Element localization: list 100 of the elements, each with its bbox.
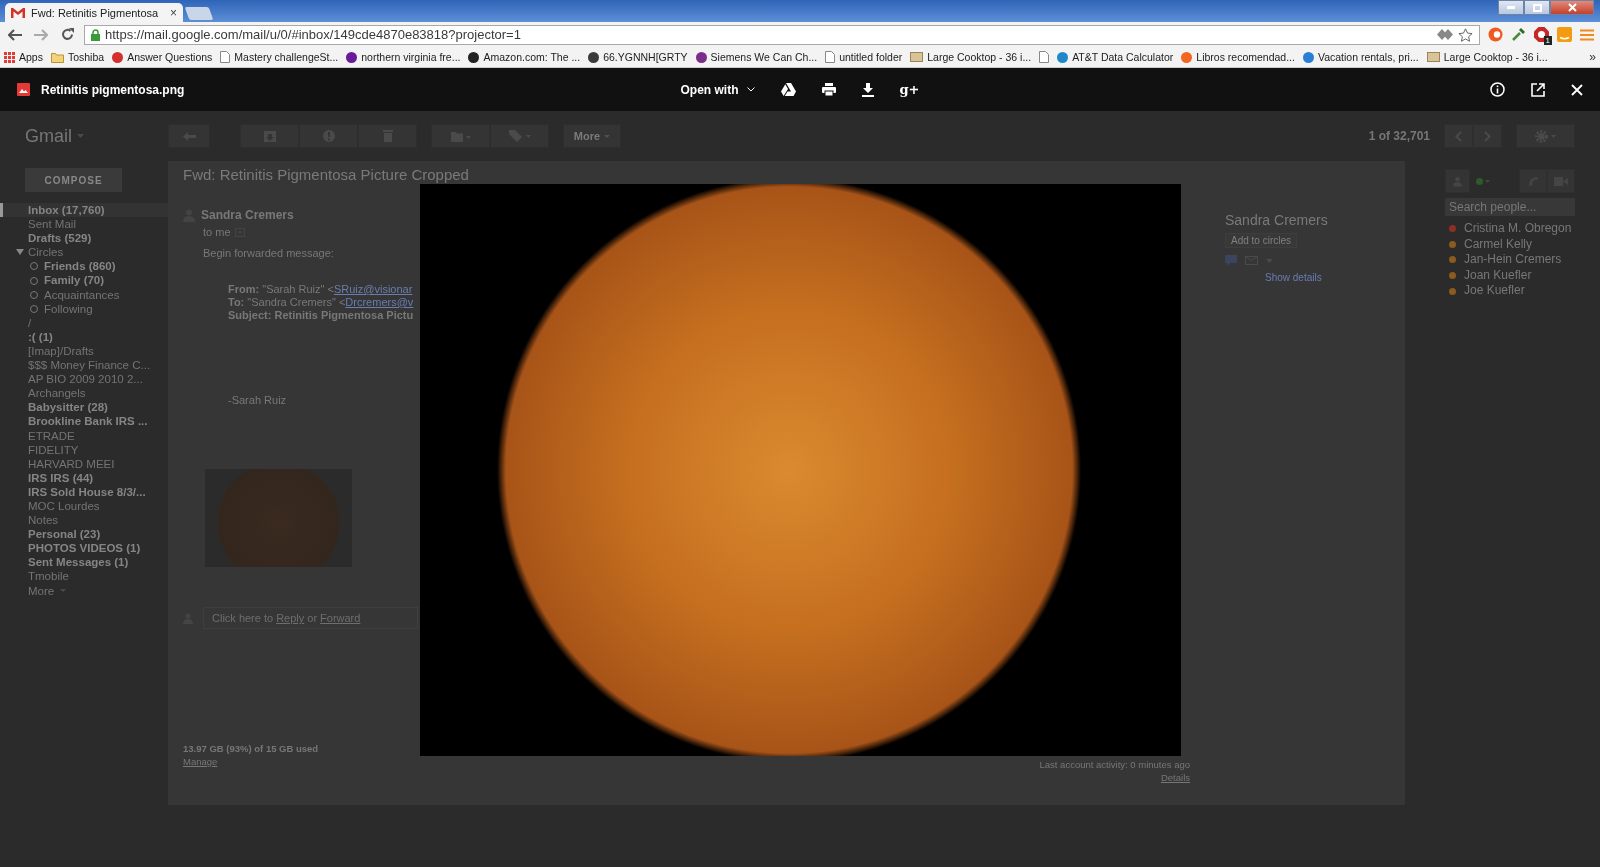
- previous-button[interactable]: [1444, 124, 1473, 148]
- ring-extension-icon[interactable]: [1488, 27, 1503, 42]
- address-bar[interactable]: https://mail.google.com/mail/u/0/#inbox/149cde4870e83818?projector=1: [84, 24, 1480, 45]
- bookmark[interactable]: Amazon.com: The ...: [468, 51, 581, 63]
- report-spam-button[interactable]: [299, 124, 358, 148]
- more-button[interactable]: More: [563, 124, 621, 148]
- nav-item[interactable]: Personal (23): [0, 527, 168, 542]
- shopping-extension-icon[interactable]: [1557, 27, 1572, 42]
- nav-item[interactable]: Inbox (17,760): [0, 203, 168, 218]
- bookmark[interactable]: AT&T Data Calculator: [1057, 51, 1174, 63]
- open-with-button[interactable]: Open with: [680, 82, 755, 97]
- contact-item[interactable]: Joan Kuefler: [1445, 267, 1575, 284]
- move-to-folder-button[interactable]: [431, 124, 490, 148]
- diamond-icon[interactable]: [1437, 29, 1453, 40]
- bookmark[interactable]: Toshiba: [50, 51, 105, 63]
- drive-icon[interactable]: [780, 83, 796, 96]
- nav-item[interactable]: Brookline Bank IRS ...: [0, 414, 168, 429]
- nav-item[interactable]: Notes: [0, 513, 168, 528]
- details-link[interactable]: Details: [1160, 772, 1190, 783]
- bookmark[interactable]: [1039, 51, 1050, 63]
- stop-sign-extension[interactable]: 1: [1534, 27, 1549, 42]
- new-tab-button[interactable]: [184, 7, 214, 20]
- maximize-button[interactable]: [1524, 0, 1550, 15]
- video-call-button[interactable]: [1547, 169, 1575, 193]
- star-icon[interactable]: [1458, 27, 1473, 42]
- close-icon[interactable]: [1571, 83, 1583, 96]
- nav-item[interactable]: Sent Mail: [0, 217, 168, 232]
- nav-item[interactable]: /: [0, 315, 168, 330]
- nav-item[interactable]: $$$ Money Finance C...: [0, 358, 168, 373]
- close-tab-button[interactable]: ×: [170, 5, 177, 20]
- bookmarks-overflow[interactable]: »: [1589, 50, 1596, 64]
- add-to-circles-button[interactable]: Add to circles: [1225, 233, 1298, 248]
- search-people-field[interactable]: Search people...: [1445, 198, 1575, 216]
- browser-tab[interactable]: Fwd: Retinitis Pigmentosa ×: [5, 3, 183, 22]
- minimize-button[interactable]: [1498, 0, 1524, 15]
- nav-item[interactable]: AP BIO 2009 2010 2...: [0, 372, 168, 387]
- bookmark[interactable]: Vacation rentals, pri...: [1302, 51, 1419, 63]
- email-link[interactable]: SRuiz@visionar: [333, 283, 413, 295]
- nav-item[interactable]: Babysitter (28): [0, 400, 168, 415]
- phone-button[interactable]: [1519, 169, 1547, 193]
- caret-icon[interactable]: [16, 248, 24, 257]
- show-details-link[interactable]: Show details: [1265, 272, 1322, 283]
- labels-button[interactable]: [490, 124, 549, 148]
- delete-button[interactable]: [358, 124, 417, 148]
- status-dot-icon[interactable]: [1476, 177, 1490, 185]
- nav-item[interactable]: MOC Lourdes: [0, 498, 168, 514]
- nav-item[interactable]: IRS Sold House 8/3/...: [0, 484, 168, 499]
- nav-item[interactable]: Acquaintances: [0, 287, 168, 302]
- manage-link[interactable]: Manage: [183, 756, 319, 767]
- bookmark[interactable]: untitled folder: [825, 51, 903, 63]
- bookmark[interactable]: Mastery challengeSt...: [220, 51, 339, 63]
- nav-item[interactable]: IRS IRS (44): [0, 470, 168, 485]
- print-icon[interactable]: [821, 83, 836, 96]
- nav-item[interactable]: :( (1): [0, 329, 168, 344]
- bookmark[interactable]: northern virginia fre...: [346, 51, 461, 63]
- email-link[interactable]: Drcremers@v: [345, 296, 414, 308]
- settings-button[interactable]: [1516, 124, 1575, 148]
- menu-icon[interactable]: [1580, 28, 1594, 41]
- nav-item[interactable]: Archangels: [0, 386, 168, 401]
- contact-item[interactable]: Cristina M. Obregon: [1445, 221, 1575, 237]
- contact-item[interactable]: Carmel Kelly: [1445, 236, 1575, 253]
- bookmark[interactable]: Answer Questions: [112, 51, 213, 63]
- profile-button[interactable]: [1445, 169, 1470, 193]
- close-window-button[interactable]: [1550, 0, 1594, 15]
- bookmark[interactable]: Large Cooktop - 36 i...: [1426, 51, 1548, 63]
- nav-item[interactable]: Circles: [0, 245, 168, 260]
- next-button[interactable]: [1473, 124, 1502, 148]
- nav-item[interactable]: PHOTOS VIDEOS (1): [0, 541, 168, 556]
- contact-item[interactable]: Jan-Hein Cremers: [1445, 252, 1575, 268]
- nav-item[interactable]: [Imap]/Drafts: [0, 343, 168, 359]
- nav-item[interactable]: Following: [0, 301, 168, 316]
- reply-button[interactable]: [168, 124, 210, 148]
- nav-item[interactable]: FIDELITY: [0, 442, 168, 457]
- download-icon[interactable]: [861, 82, 874, 97]
- minimize-icon: [1507, 6, 1515, 9]
- nav-item[interactable]: Sent Messages (1): [0, 555, 168, 570]
- attachment-thumbnail[interactable]: [205, 469, 352, 567]
- reply-link[interactable]: Reply: [276, 612, 305, 624]
- google-plus-button[interactable]: g+: [899, 82, 920, 97]
- open-external-icon[interactable]: [1531, 82, 1545, 97]
- info-icon[interactable]: [1490, 82, 1505, 97]
- bookmark[interactable]: Libros recomendad...: [1181, 51, 1295, 63]
- nav-item[interactable]: Friends (860): [0, 259, 168, 274]
- nav-item[interactable]: Drafts (529): [0, 231, 168, 246]
- dropper-icon[interactable]: [1511, 27, 1526, 42]
- bookmark[interactable]: Siemens We Can Ch...: [695, 51, 818, 63]
- contact-item[interactable]: Joe Kuefler: [1445, 283, 1575, 299]
- bookmark[interactable]: Apps: [4, 51, 43, 63]
- forward-link[interactable]: Forward: [320, 612, 361, 624]
- nav-item[interactable]: HARVARD MEEI: [0, 456, 168, 471]
- gmail-logo[interactable]: Gmail: [25, 125, 72, 147]
- archive-button[interactable]: [240, 124, 299, 148]
- more-labels-link[interactable]: More: [0, 583, 168, 598]
- compose-button[interactable]: COMPOSE: [25, 168, 122, 192]
- nav-item[interactable]: Tmobile: [0, 569, 168, 584]
- bookmark[interactable]: Large Cooktop - 36 i...: [910, 51, 1032, 63]
- nav-item[interactable]: ETRADE: [0, 428, 168, 443]
- bookmark[interactable]: 66.YGNNH[GRTY: [588, 51, 688, 63]
- nav-item[interactable]: Family (70): [0, 273, 168, 288]
- chat-icon[interactable]: [1225, 255, 1237, 266]
